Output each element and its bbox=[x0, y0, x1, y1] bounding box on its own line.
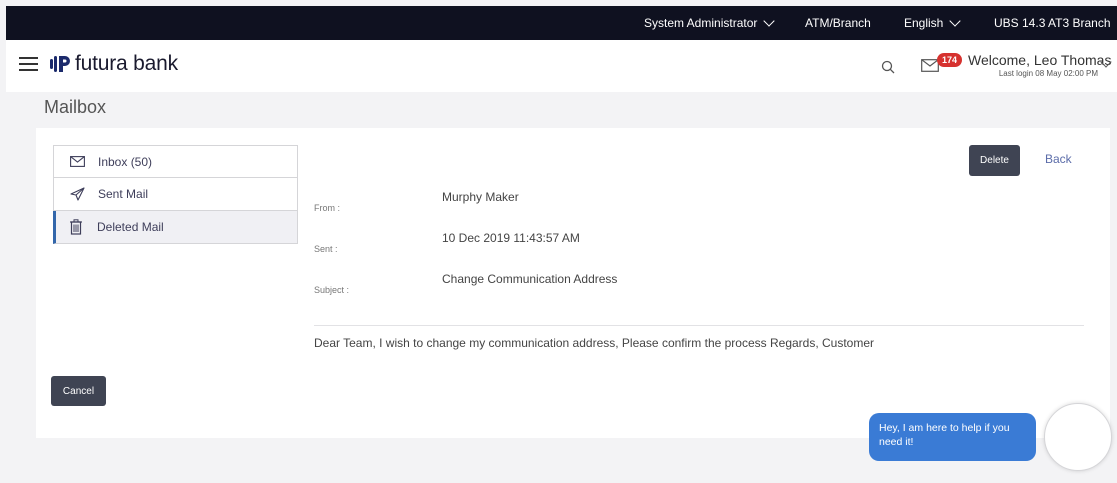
futura-logo-icon bbox=[50, 53, 71, 75]
chevron-down-icon bbox=[763, 14, 776, 27]
sidebar-item-label: Sent Mail bbox=[98, 187, 149, 201]
envelope-icon bbox=[68, 154, 86, 170]
back-link[interactable]: Back bbox=[1045, 152, 1072, 166]
sidebar-item-inbox[interactable]: Inbox (50) bbox=[53, 145, 298, 178]
last-login-text: Last login 08 May 02:00 PM bbox=[998, 69, 1098, 78]
mail-detail-card: Inbox (50) Sent Mail Deleted Mail Delete… bbox=[36, 128, 1110, 438]
notification-badge[interactable]: 174 bbox=[937, 53, 963, 67]
branch-dropdown[interactable]: UBS 14.3 AT3 Branch bbox=[994, 14, 1117, 30]
sidebar-item-label: Deleted Mail bbox=[97, 220, 164, 234]
sidebar-item-sent[interactable]: Sent Mail bbox=[53, 178, 298, 211]
chevron-down-icon bbox=[949, 14, 962, 27]
role-dropdown[interactable]: System Administrator bbox=[644, 14, 776, 30]
sent-label: Sent : bbox=[314, 244, 338, 254]
message-body: Dear Team, I wish to change my communica… bbox=[314, 336, 875, 350]
header: futura bank 174 Welcome, Leo Thomas Last… bbox=[6, 40, 1117, 92]
delete-button[interactable]: Delete bbox=[969, 145, 1020, 176]
brand-logo[interactable]: futura bank bbox=[50, 52, 178, 76]
brand-name: futura bank bbox=[75, 52, 178, 75]
user-menu[interactable]: Welcome, Leo Thomas Last login 08 May 02… bbox=[968, 52, 1112, 78]
sent-value: 10 Dec 2019 11:43:57 AM bbox=[442, 231, 580, 245]
sidebar-item-label: Inbox (50) bbox=[98, 154, 153, 169]
chatbot-avatar[interactable] bbox=[1044, 403, 1112, 471]
menu-icon[interactable] bbox=[19, 57, 38, 72]
from-value: Murphy Maker bbox=[442, 190, 519, 204]
top-bar: System Administrator ATM/Branch English … bbox=[6, 6, 1117, 40]
entity-link[interactable]: ATM/Branch bbox=[805, 16, 871, 30]
divider bbox=[314, 325, 1084, 326]
subject-value: Change Communication Address bbox=[442, 272, 618, 286]
language-label: English bbox=[904, 16, 944, 30]
branch-label: UBS 14.3 AT3 Branch bbox=[994, 16, 1111, 30]
entity-label: ATM/Branch bbox=[805, 16, 871, 30]
welcome-text: Welcome, Leo Thomas bbox=[968, 52, 1112, 68]
from-label: From : bbox=[314, 203, 340, 213]
page-title: Mailbox bbox=[44, 97, 107, 117]
trash-icon bbox=[67, 219, 85, 235]
cancel-button[interactable]: Cancel bbox=[51, 376, 106, 406]
role-label: System Administrator bbox=[644, 16, 758, 30]
sidebar-item-deleted[interactable]: Deleted Mail bbox=[53, 211, 298, 244]
mailbox-sidebar: Inbox (50) Sent Mail Deleted Mail bbox=[53, 145, 298, 244]
language-dropdown[interactable]: English bbox=[904, 14, 962, 30]
search-icon[interactable] bbox=[881, 60, 895, 79]
subject-label: Subject : bbox=[314, 285, 350, 295]
paper-plane-icon bbox=[68, 186, 86, 202]
chat-prompt-bubble[interactable]: Hey, I am here to help if you need it! bbox=[869, 413, 1036, 461]
